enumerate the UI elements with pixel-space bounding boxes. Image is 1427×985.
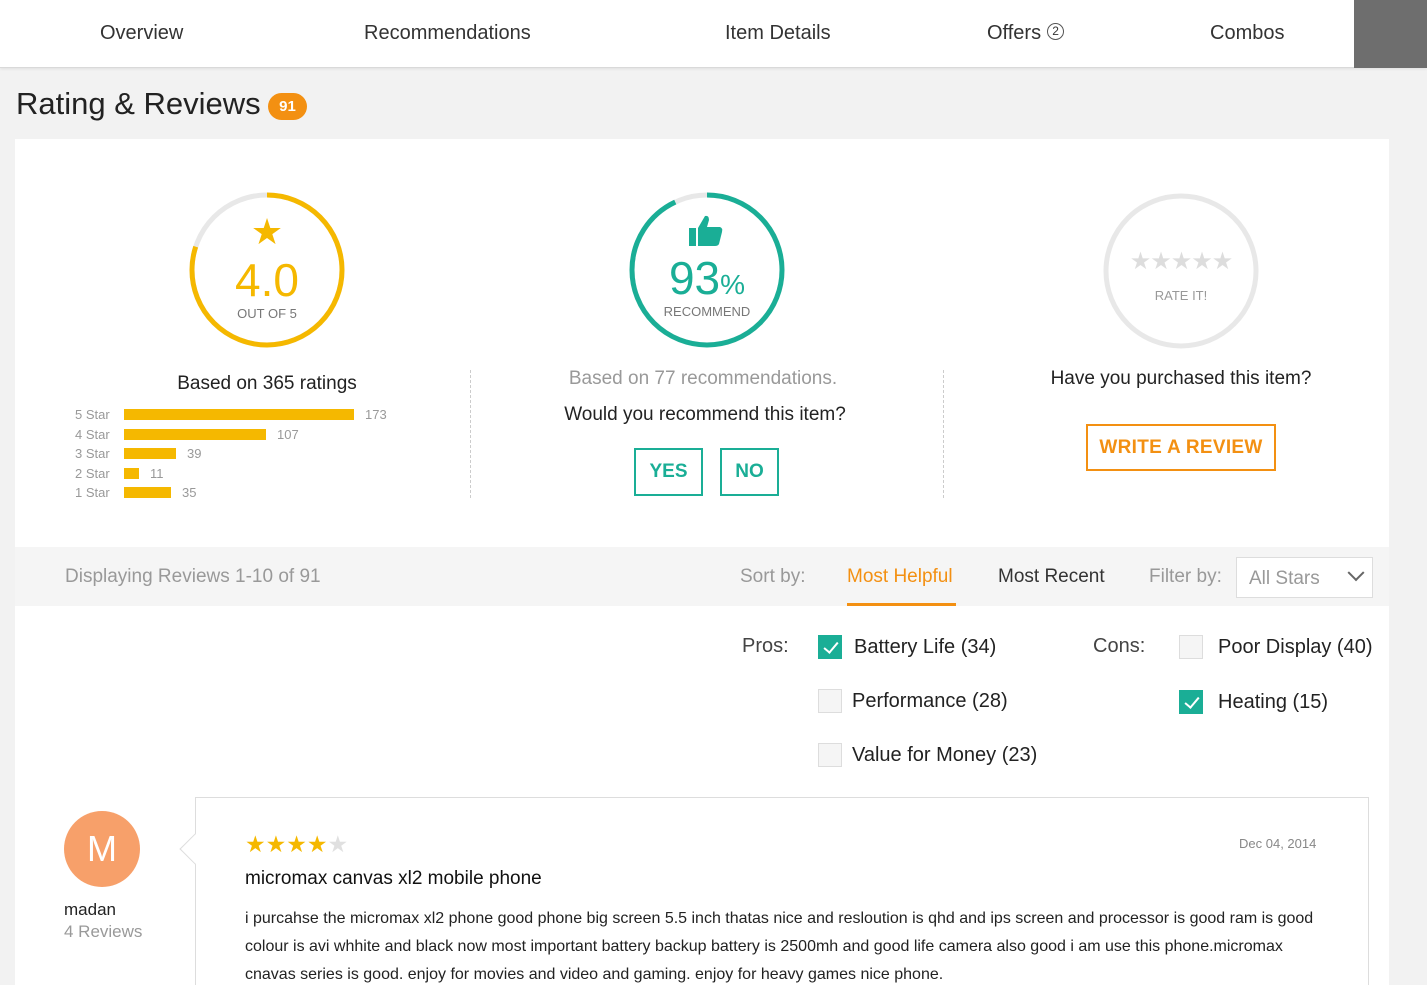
section-divider (470, 370, 471, 498)
sort-active-underline (847, 603, 956, 606)
rating-row-count: 39 (187, 446, 202, 461)
pros-option-label[interactable]: Performance (28) (852, 690, 1008, 713)
nav-side-panel[interactable] (1354, 0, 1427, 68)
rating-row-label: 1 Star (75, 485, 110, 500)
recommend-caption: Based on 77 recommendations. (568, 368, 838, 389)
percent-sign: % (720, 269, 746, 300)
star-icon: ★ (265, 831, 287, 857)
rating-row-count: 173 (365, 407, 387, 422)
review-author-count: 4 Reviews (64, 922, 143, 941)
rating-row-count: 35 (182, 485, 197, 500)
rating-row-label: 3 Star (75, 446, 110, 461)
rating-row-count: 11 (150, 466, 164, 481)
star-icon: ★ (286, 831, 307, 857)
purchase-question: Have you purchased this item? (1050, 368, 1312, 389)
tab-label: Combos (1210, 22, 1285, 44)
rating-row-count: 107 (277, 427, 299, 442)
pros-option-label[interactable]: Value for Money (23) (852, 744, 1037, 767)
displaying-count: Displaying Reviews 1-10 of 91 (65, 566, 321, 587)
cons-label: Cons: (1093, 635, 1146, 657)
sort-most-helpful[interactable]: Most Helpful (847, 547, 953, 606)
review-author[interactable]: madan (64, 900, 116, 920)
pros-label: Pros: (742, 635, 789, 657)
tab-offers[interactable]: Offers 2 (987, 0, 1065, 66)
rate-it-label: RATE IT! (1154, 288, 1208, 303)
star-icon: ★ (306, 831, 328, 857)
pros-checkbox[interactable] (818, 743, 842, 767)
cons-option-label[interactable]: Poor Display (40) (1218, 636, 1373, 659)
filter-label: Filter by: (1149, 566, 1222, 587)
recommend-circle: 93% RECOMMEND (627, 190, 787, 350)
rate-it-circle[interactable]: ★★★★★ RATE IT! (1101, 191, 1261, 351)
cons-checkbox[interactable] (1179, 690, 1203, 714)
recommend-label: RECOMMEND (663, 304, 751, 319)
rating-row-label: 5 Star (75, 407, 110, 422)
page-title: Rating & Reviews (16, 86, 261, 121)
review-title: micromax canvas xl2 mobile phone (245, 868, 542, 889)
recommend-percent-value: 93 (668, 252, 721, 304)
rating-bar (124, 487, 171, 498)
offers-count-badge: 2 (1047, 23, 1065, 41)
rating-row-label: 4 Star (75, 427, 110, 442)
rating-bar (124, 448, 176, 459)
pros-checkbox[interactable] (818, 689, 842, 713)
thumbs-up-icon (689, 215, 723, 246)
sort-label: Sort by: (740, 566, 806, 587)
write-review-button[interactable]: WRITE A REVIEW (1086, 424, 1276, 471)
star-icon: ★ (245, 831, 266, 857)
tab-recommendations[interactable]: Recommendations (364, 0, 531, 66)
pros-checkbox[interactable] (818, 635, 842, 659)
section-divider (943, 370, 944, 498)
cons-checkbox[interactable] (1179, 635, 1203, 659)
review-date: Dec 04, 2014 (1239, 836, 1317, 851)
rating-score: 4.0 (235, 254, 299, 306)
review-count-badge: 91 (268, 93, 307, 120)
recommend-question: Would you recommend this item? (564, 404, 846, 425)
rating-bar (124, 468, 139, 479)
rating-out-of: OUT OF 5 (237, 306, 297, 321)
rating-bar (124, 409, 354, 420)
filter-stars-select[interactable]: All Stars (1236, 557, 1373, 598)
tab-label: Offers (987, 22, 1042, 44)
avatar[interactable]: M (64, 811, 140, 887)
tab-label: Item Details (725, 22, 831, 44)
tab-item-details[interactable]: Item Details (725, 0, 831, 66)
tab-combos[interactable]: Combos (1210, 0, 1284, 66)
rating-bar (124, 429, 266, 440)
tab-label: Recommendations (364, 22, 531, 44)
rating-score-circle: ★ 4.0 OUT OF 5 (187, 190, 347, 350)
tab-label: Overview (100, 22, 184, 44)
review-stars: ★★★★★ (245, 831, 348, 858)
rating-caption: Based on 365 ratings (177, 373, 357, 394)
pros-option-label[interactable]: Battery Life (34) (854, 636, 996, 659)
recommend-no-button[interactable]: NO (720, 448, 779, 496)
empty-stars-icon[interactable]: ★★★★★ (1101, 247, 1261, 276)
star-icon: ★ (250, 211, 284, 252)
cons-option-label[interactable]: Heating (15) (1218, 691, 1328, 714)
recommend-yes-button[interactable]: YES (634, 448, 703, 496)
rating-row-label: 2 Star (75, 466, 110, 481)
chevron-down-icon (1347, 564, 1365, 582)
review-body: i purcahse the micromax xl2 phone good p… (245, 910, 1314, 983)
top-nav: Overview Recommendations Item Details Of… (0, 0, 1427, 68)
tab-overview[interactable]: Overview (100, 0, 183, 66)
filter-stars-value: All Stars (1249, 568, 1320, 589)
sort-most-recent[interactable]: Most Recent (998, 547, 1105, 606)
star-empty-icon: ★ (327, 831, 349, 857)
sort-bar: Displaying Reviews 1-10 of 91 Sort by: M… (15, 547, 1389, 606)
